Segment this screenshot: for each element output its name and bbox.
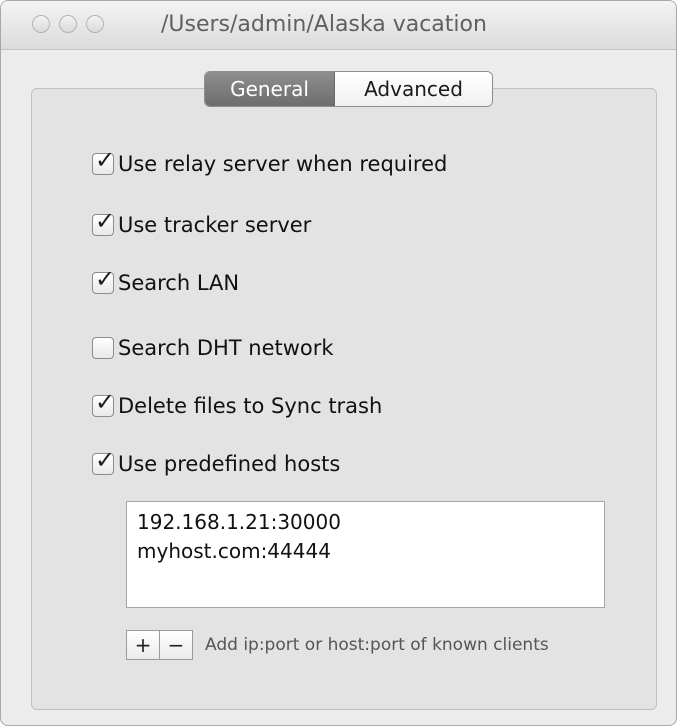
checkmark-icon: ✓	[95, 207, 116, 235]
option-use-predefined-hosts[interactable]: ✓ Use predefined hosts	[92, 447, 341, 477]
remove-host-button[interactable]: −	[159, 630, 193, 660]
option-label: Use predefined hosts	[118, 452, 341, 476]
option-label: Search DHT network	[118, 336, 334, 360]
host-controls: + − Add ip:port or host:port of known cl…	[126, 630, 549, 660]
checkmark-icon: ✓	[95, 146, 116, 174]
checkmark-icon: ✓	[95, 265, 116, 293]
checkmark-icon: ✓	[95, 388, 116, 416]
tab-general[interactable]: General	[205, 72, 335, 106]
zoom-window-button[interactable]	[86, 15, 104, 33]
option-search-dht-network[interactable]: Search DHT network	[92, 335, 334, 361]
title-bar[interactable]: /Users/admin/Alaska vacation	[1, 1, 676, 50]
option-label: Use relay server when required	[118, 152, 448, 176]
option-delete-files-to-sync-trash[interactable]: ✓ Delete files to Sync trash	[92, 389, 383, 419]
list-item[interactable]: 192.168.1.21:30000	[137, 508, 594, 537]
checkmark-icon: ✓	[95, 446, 116, 474]
use-tracker-server-checkbox[interactable]: ✓	[92, 208, 115, 236]
use-relay-server-checkbox[interactable]: ✓	[92, 147, 115, 175]
option-label: Use tracker server	[118, 213, 312, 237]
option-label: Delete files to Sync trash	[118, 394, 383, 418]
search-lan-checkbox[interactable]: ✓	[92, 266, 115, 294]
option-use-relay-server[interactable]: ✓ Use relay server when required	[92, 147, 448, 177]
predefined-hosts-list[interactable]: 192.168.1.21:30000 myhost.com:44444	[126, 501, 605, 608]
preferences-window: /Users/admin/Alaska vacation General Adv…	[0, 0, 677, 726]
minimize-window-button[interactable]	[59, 15, 77, 33]
add-host-button[interactable]: +	[126, 630, 160, 660]
search-dht-network-checkbox[interactable]	[92, 337, 114, 359]
use-predefined-hosts-checkbox[interactable]: ✓	[92, 447, 115, 475]
list-item[interactable]: myhost.com:44444	[137, 537, 594, 566]
close-window-button[interactable]	[32, 15, 50, 33]
option-use-tracker-server[interactable]: ✓ Use tracker server	[92, 208, 312, 238]
add-host-hint: Add ip:port or host:port of known client…	[205, 635, 549, 655]
tab-bar: General Advanced	[204, 71, 493, 107]
delete-files-to-sync-trash-checkbox[interactable]: ✓	[92, 389, 115, 417]
tab-advanced[interactable]: Advanced	[335, 72, 492, 106]
window-title: /Users/admin/Alaska vacation	[161, 12, 487, 37]
option-search-lan[interactable]: ✓ Search LAN	[92, 266, 240, 296]
option-label: Search LAN	[118, 271, 240, 295]
